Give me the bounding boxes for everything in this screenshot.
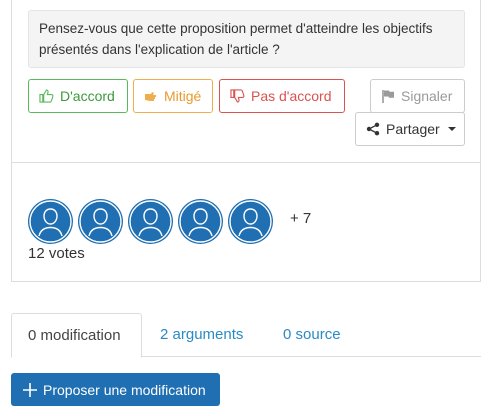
propose-label: Proposer une modification	[43, 381, 206, 398]
avatar[interactable]	[78, 199, 123, 244]
share-button[interactable]: Partager	[355, 112, 465, 146]
disagree-label: Pas d'accord	[251, 88, 332, 104]
thumbs-up-icon	[39, 89, 54, 103]
user-silhouette-icon	[229, 200, 272, 243]
mixed-button[interactable]: Mitigé	[133, 79, 213, 113]
avatar[interactable]	[178, 199, 223, 244]
chevron-down-icon	[447, 127, 456, 131]
agree-button[interactable]: D'accord	[28, 79, 128, 113]
question-box: Pensez-vous que cette proposition permet…	[28, 10, 465, 68]
question-text: Pensez-vous que cette proposition permet…	[39, 21, 433, 57]
share-icon	[366, 122, 380, 136]
opinion-card: Pensez-vous que cette proposition permet…	[11, 0, 481, 282]
voter-avatars	[28, 199, 273, 244]
tab-arguments[interactable]: 2 arguments	[144, 313, 259, 357]
mixed-label: Mitigé	[164, 88, 202, 104]
tab-bar: 0 modification 2 arguments 0 source	[11, 313, 481, 358]
propose-modification-button[interactable]: Proposer une modification	[11, 373, 220, 406]
avatar[interactable]	[128, 199, 173, 244]
agree-label: D'accord	[60, 88, 115, 104]
share-label: Partager	[386, 121, 440, 137]
avatar[interactable]	[228, 199, 273, 244]
votes-count: 12 votes	[28, 245, 85, 262]
user-silhouette-icon	[29, 200, 72, 243]
card-divider	[12, 162, 480, 163]
user-silhouette-icon	[129, 200, 172, 243]
tab-modifications[interactable]: 0 modification	[11, 313, 142, 358]
disagree-button[interactable]: Pas d'accord	[219, 79, 345, 113]
user-silhouette-icon	[79, 200, 122, 243]
more-voters-count[interactable]: + 7	[290, 210, 311, 227]
plus-icon	[23, 382, 37, 397]
user-silhouette-icon	[179, 200, 222, 243]
flag-icon	[382, 90, 394, 103]
report-button[interactable]: Signaler	[370, 79, 465, 113]
hand-icon	[145, 92, 156, 101]
thumbs-down-icon	[230, 89, 245, 103]
avatar[interactable]	[28, 199, 73, 244]
report-label: Signaler	[401, 88, 453, 104]
tab-sources[interactable]: 0 source	[267, 313, 357, 357]
